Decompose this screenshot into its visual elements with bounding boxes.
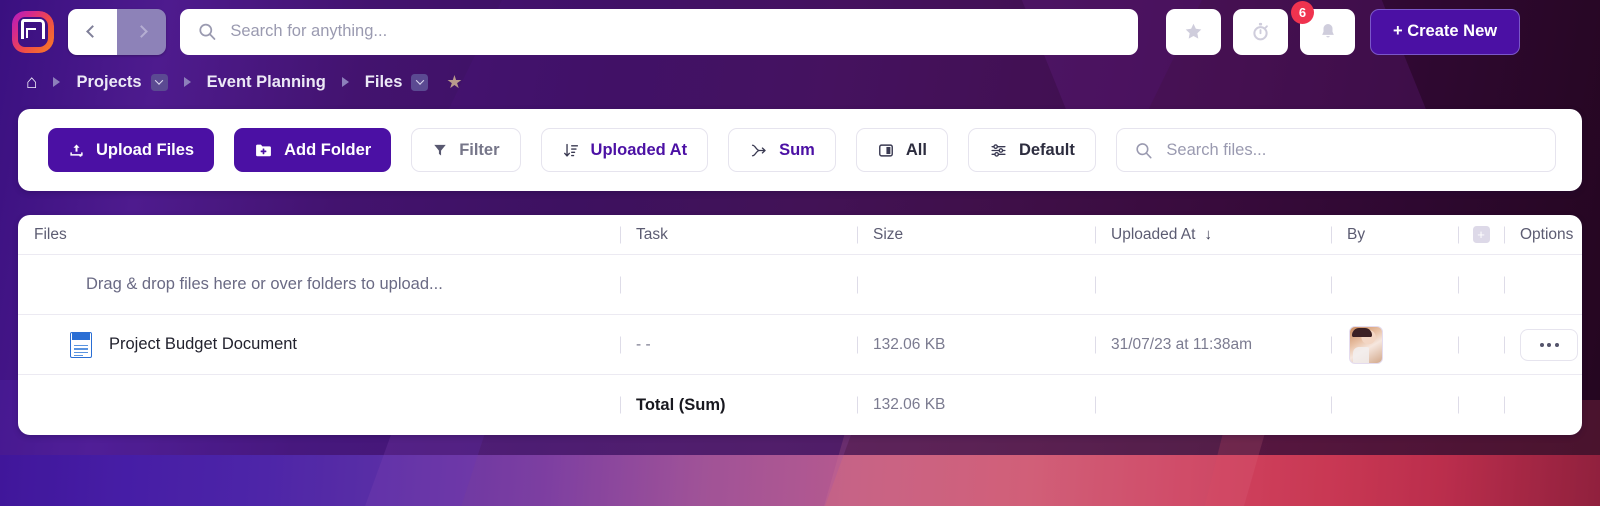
files-toolbar: Upload Files Add Folder Filter Uploaded … bbox=[18, 109, 1582, 191]
total-by-cell bbox=[1331, 375, 1458, 435]
back-button[interactable] bbox=[68, 9, 117, 55]
timer-button[interactable] bbox=[1233, 9, 1288, 55]
avatar bbox=[1349, 326, 1383, 364]
file-options-cell bbox=[1504, 315, 1582, 375]
favorites-button[interactable] bbox=[1166, 9, 1221, 55]
dropzone-extra-cell bbox=[1458, 255, 1504, 315]
search-icon bbox=[1135, 141, 1153, 160]
home-icon[interactable]: ⌂ bbox=[26, 73, 37, 92]
dropzone-row[interactable]: Drag & drop files here or over folders t… bbox=[18, 255, 1582, 315]
file-task-cell[interactable]: - - bbox=[620, 315, 857, 375]
filter-label: Filter bbox=[459, 141, 499, 160]
dropzone-by-cell bbox=[1331, 255, 1458, 315]
upload-files-button[interactable]: Upload Files bbox=[48, 128, 214, 172]
upload-files-label: Upload Files bbox=[96, 141, 194, 160]
notifications-button[interactable]: 6 bbox=[1300, 9, 1355, 55]
search-input[interactable] bbox=[230, 22, 1120, 41]
total-size-cell: 132.06 KB bbox=[857, 375, 1095, 435]
total-uploaded-cell bbox=[1095, 375, 1331, 435]
view-label: All bbox=[906, 141, 927, 160]
add-folder-label: Add Folder bbox=[284, 141, 371, 160]
table-header-row: Files Task Size Uploaded At ↓ By + Optio… bbox=[18, 215, 1582, 255]
create-new-button[interactable]: + Create New bbox=[1370, 9, 1520, 55]
breadcrumb: ⌂ Projects Event Planning Files ★ bbox=[0, 63, 1600, 101]
top-bar: 6 + Create New bbox=[0, 0, 1600, 63]
column-header-uploaded-at[interactable]: Uploaded At ↓ bbox=[1095, 215, 1331, 254]
breadcrumb-item-event-planning[interactable]: Event Planning bbox=[207, 73, 326, 92]
sliders-icon bbox=[989, 142, 1008, 159]
dropzone-options-cell bbox=[1504, 255, 1582, 315]
filter-button[interactable]: Filter bbox=[411, 128, 520, 172]
chevron-left-icon bbox=[86, 25, 99, 38]
sum-button[interactable]: Sum bbox=[728, 128, 836, 172]
file-extra-cell bbox=[1458, 315, 1504, 375]
file-by-cell[interactable] bbox=[1331, 315, 1458, 375]
breadcrumb-separator bbox=[342, 77, 349, 87]
merge-arrow-icon bbox=[749, 142, 768, 159]
files-search-input[interactable] bbox=[1166, 141, 1536, 160]
sort-button[interactable]: Uploaded At bbox=[541, 128, 709, 172]
breadcrumb-projects-dropdown[interactable] bbox=[151, 74, 168, 91]
files-search[interactable] bbox=[1116, 128, 1556, 172]
view-button[interactable]: All bbox=[856, 128, 948, 172]
word-document-icon bbox=[70, 332, 92, 358]
upload-icon bbox=[68, 142, 85, 159]
total-extra-cell bbox=[1458, 375, 1504, 435]
breadcrumb-separator bbox=[184, 77, 191, 87]
file-name-cell[interactable]: Project Budget Document bbox=[18, 315, 620, 375]
file-name-label: Project Budget Document bbox=[109, 335, 297, 354]
breadcrumb-files-dropdown[interactable] bbox=[411, 74, 428, 91]
columns-icon bbox=[877, 142, 895, 159]
notification-badge: 6 bbox=[1291, 1, 1314, 24]
column-header-by[interactable]: By bbox=[1331, 215, 1458, 254]
app-window: 6 + Create New ⌂ Projects Event Planning… bbox=[0, 0, 1600, 506]
chevron-right-icon bbox=[135, 25, 148, 38]
plus-icon: + bbox=[1473, 226, 1490, 243]
global-search[interactable] bbox=[180, 9, 1138, 55]
add-folder-button[interactable]: Add Folder bbox=[234, 128, 391, 172]
star-filled-icon[interactable]: ★ bbox=[446, 72, 462, 93]
total-label-cell: Total (Sum) bbox=[620, 375, 857, 435]
search-icon bbox=[198, 22, 216, 41]
dropzone-text: Drag & drop files here or over folders t… bbox=[34, 275, 443, 294]
files-table: Files Task Size Uploaded At ↓ By + Optio… bbox=[18, 215, 1582, 435]
create-new-label: + Create New bbox=[1393, 22, 1497, 41]
ellipsis-icon[interactable] bbox=[1520, 329, 1578, 361]
funnel-icon bbox=[432, 142, 448, 158]
dropzone-cell[interactable]: Drag & drop files here or over folders t… bbox=[18, 255, 620, 315]
total-options-cell bbox=[1504, 375, 1582, 435]
column-header-uploaded-at-label: Uploaded At bbox=[1111, 226, 1195, 244]
forward-button[interactable] bbox=[117, 9, 166, 55]
star-icon bbox=[1183, 21, 1204, 42]
dropzone-size-cell bbox=[857, 255, 1095, 315]
dropzone-task-cell bbox=[620, 255, 857, 315]
breadcrumb-item-files[interactable]: Files bbox=[365, 73, 403, 92]
column-header-options[interactable]: Options bbox=[1504, 215, 1582, 254]
column-header-size[interactable]: Size bbox=[857, 215, 1095, 254]
bell-icon bbox=[1318, 21, 1338, 42]
breadcrumb-item-projects[interactable]: Projects bbox=[76, 73, 141, 92]
folder-plus-icon bbox=[254, 142, 273, 159]
file-size-cell: 132.06 KB bbox=[857, 315, 1095, 375]
sort-arrow-down-icon: ↓ bbox=[1204, 226, 1212, 243]
breadcrumb-separator bbox=[53, 77, 60, 87]
add-column-button[interactable]: + bbox=[1458, 215, 1504, 254]
dropzone-uploaded-cell bbox=[1095, 255, 1331, 315]
total-empty-cell bbox=[18, 375, 620, 435]
table-row[interactable]: Project Budget Document - - 132.06 KB 31… bbox=[18, 315, 1582, 375]
view-settings-label: Default bbox=[1019, 141, 1075, 160]
sum-label: Sum bbox=[779, 141, 815, 160]
file-uploaded-at-cell: 31/07/23 at 11:38am bbox=[1095, 315, 1331, 375]
total-row: Total (Sum) 132.06 KB bbox=[18, 375, 1582, 435]
total-label: Total (Sum) bbox=[636, 396, 726, 415]
history-nav bbox=[68, 9, 166, 55]
column-header-files[interactable]: Files bbox=[18, 215, 620, 254]
stopwatch-icon bbox=[1250, 21, 1271, 42]
sort-descending-icon bbox=[562, 142, 580, 159]
column-header-task[interactable]: Task bbox=[620, 215, 857, 254]
sort-label: Uploaded At bbox=[591, 141, 688, 160]
plutio-logo[interactable] bbox=[10, 9, 56, 55]
view-settings-button[interactable]: Default bbox=[968, 128, 1096, 172]
